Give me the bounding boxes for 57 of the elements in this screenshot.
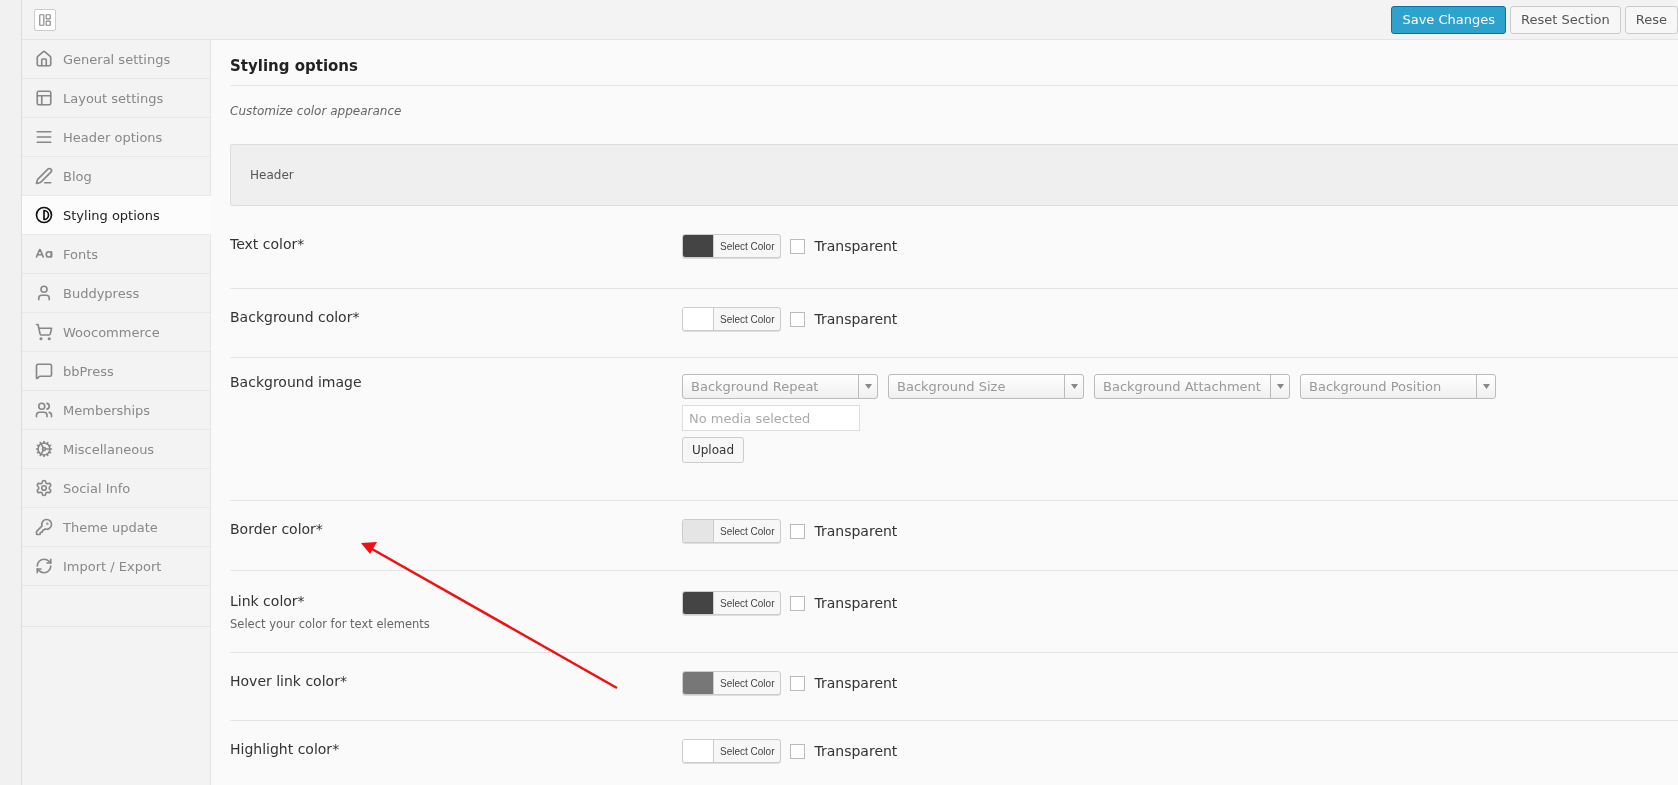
- reset-button[interactable]: Reset Section: [1510, 5, 1621, 34]
- option-label: Hover link color*: [230, 672, 348, 689]
- dropdown[interactable]: Background Repeat: [682, 374, 878, 399]
- option-description: Select your color for text elements: [230, 617, 431, 631]
- group-icon: [35, 401, 53, 419]
- dropdown[interactable]: Background Position: [1300, 374, 1496, 399]
- reset-button[interactable]: Rese: [1624, 5, 1678, 34]
- section-title: Styling options: [230, 40, 1678, 86]
- checkbox-label: Transparent: [814, 238, 898, 254]
- color-picker-button[interactable]: Select Color: [682, 519, 782, 543]
- person-icon: [35, 284, 53, 302]
- option-label: Background color*: [230, 308, 361, 325]
- checkbox-label: Transparent: [814, 595, 898, 611]
- option-label: Link color*: [230, 592, 306, 609]
- caret-icon: [864, 384, 872, 389]
- transparent-checkbox[interactable]: [790, 523, 806, 539]
- sidebar-item[interactable]: Styling options: [22, 196, 211, 235]
- home-icon: [35, 50, 53, 68]
- gears-icon: [35, 440, 53, 458]
- option-label: Border color*: [230, 520, 324, 537]
- transparent-checkbox[interactable]: [790, 311, 806, 327]
- caret-icon: [1070, 384, 1078, 389]
- transparent-checkbox[interactable]: [790, 743, 806, 759]
- option-label: Background image: [230, 374, 363, 390]
- contrast-icon: [35, 206, 53, 224]
- save-button[interactable]: Save Changes: [1391, 5, 1507, 34]
- checkbox-label: Transparent: [814, 523, 898, 539]
- caret-icon: [1276, 384, 1284, 389]
- refresh-icon: [35, 557, 53, 575]
- transparent-checkbox[interactable]: [790, 595, 806, 611]
- pencil-icon: [35, 167, 53, 185]
- cart-icon: [35, 323, 53, 341]
- color-picker-button[interactable]: Select Color: [682, 234, 782, 258]
- color-picker-button[interactable]: Select Color: [682, 591, 782, 615]
- option-label: Highlight color*: [230, 740, 341, 757]
- dropdown[interactable]: Background Attachment: [1094, 374, 1290, 399]
- media-field[interactable]: No media selected: [682, 405, 860, 431]
- upload-button[interactable]: Upload: [682, 437, 744, 463]
- group-heading: Header: [230, 144, 1678, 206]
- layout-icon: [35, 89, 53, 107]
- settings-icon: [35, 479, 53, 497]
- color-picker-button[interactable]: Select Color: [682, 307, 782, 331]
- checkbox-label: Transparent: [814, 311, 898, 327]
- transparent-checkbox[interactable]: [790, 675, 806, 691]
- checkbox-label: Transparent: [814, 743, 898, 759]
- checkbox-label: Transparent: [814, 675, 898, 691]
- transparent-checkbox[interactable]: [790, 238, 806, 254]
- caret-icon: [1482, 384, 1490, 389]
- color-picker-button[interactable]: Select Color: [682, 671, 782, 695]
- color-picker-button[interactable]: Select Color: [682, 739, 782, 763]
- key-icon: [35, 518, 53, 536]
- dropdown[interactable]: Background Size: [888, 374, 1084, 399]
- section-subtitle: Customize color appearance: [230, 103, 403, 120]
- menu-icon: [35, 128, 53, 146]
- panel-icon[interactable]: [34, 8, 56, 31]
- chat-icon: [35, 362, 53, 380]
- option-label: Text color*: [230, 235, 306, 252]
